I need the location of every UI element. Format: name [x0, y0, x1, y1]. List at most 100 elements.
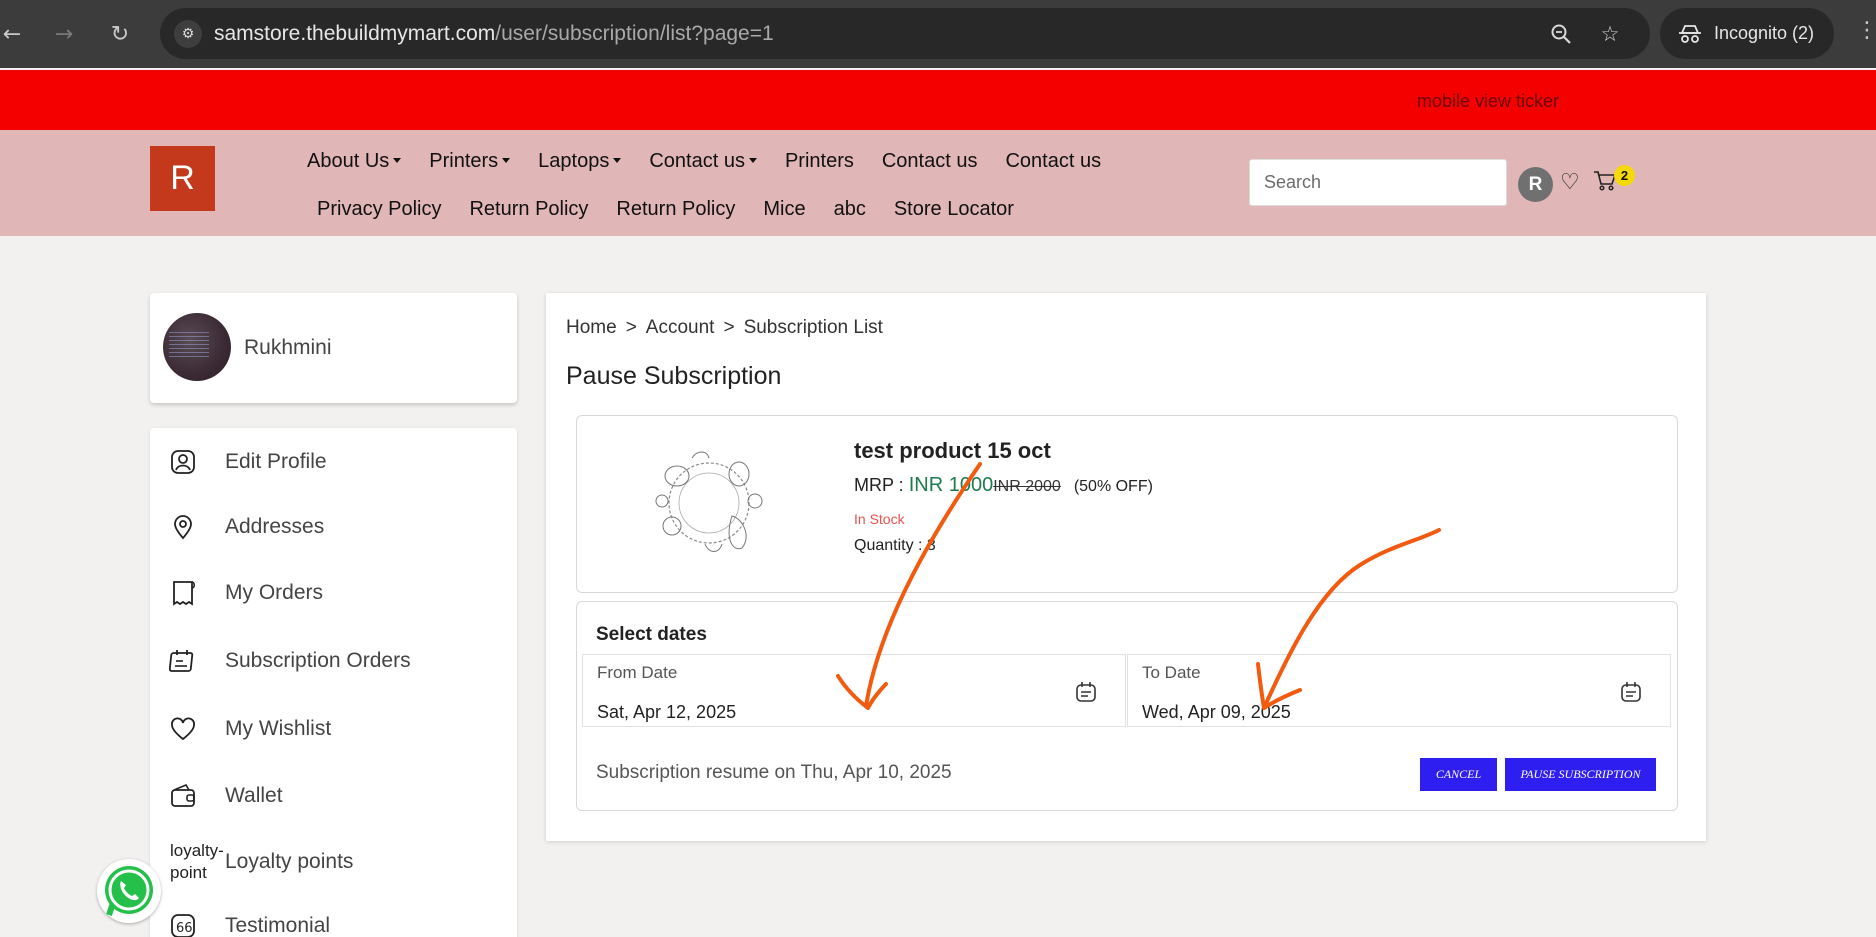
breadcrumb-separator: >	[723, 317, 735, 338]
product-price: MRP : INR 1000INR 2000 (50% OFF)	[854, 474, 1153, 497]
sidebar-item-addresses[interactable]: Addresses	[150, 501, 517, 553]
account-sidebar: Edit Profile Addresses My Orders Subscri…	[150, 428, 517, 937]
from-date-value: Sat, Apr 12, 2025	[597, 702, 737, 722]
sidebar-item-testimonial[interactable]: 66 Testimonial	[150, 900, 517, 937]
breadcrumb-account[interactable]: Account	[646, 317, 715, 339]
sidebar-item-my-wishlist[interactable]: My Wishlist	[150, 703, 517, 755]
chevron-down-icon	[393, 158, 402, 163]
breadcrumb: Home > Account > Subscription List	[566, 317, 883, 339]
nav-item-store-locator[interactable]: Store Locator	[894, 198, 1014, 221]
breadcrumb-home[interactable]: Home	[566, 317, 617, 339]
profile-name: Rukhmini	[244, 336, 332, 359]
sidebar-item-subscription-orders[interactable]: Subscription Orders	[150, 635, 517, 687]
from-date-picker[interactable]: From Date Sat, Apr 12, 2025	[582, 654, 1126, 727]
ticker-text: mobile view ticker	[1417, 91, 1560, 111]
chevron-down-icon	[502, 158, 511, 163]
profile-card: Rukhmini	[150, 293, 517, 403]
user-avatar[interactable]: R	[1518, 167, 1553, 202]
sidebar-item-my-orders[interactable]: My Orders	[150, 567, 517, 619]
sidebar-item-wallet[interactable]: Wallet	[150, 770, 517, 822]
main-nav-row-1: About Us Printers Laptops Contact us Pri…	[307, 150, 1129, 173]
original-price: INR 2000	[993, 478, 1061, 495]
url-host: samstore.thebuildmymart.com	[214, 22, 496, 45]
sidebar-item-label: My Wishlist	[225, 717, 332, 740]
address-bar[interactable]: ⚙ samstore.thebuildmymart.com/user/subsc…	[160, 8, 1650, 59]
sidebar-item-label: Addresses	[225, 515, 325, 538]
incognito-profile-button[interactable]: Incognito (2)	[1660, 8, 1834, 59]
reload-icon[interactable]: ↻	[104, 18, 136, 50]
sidebar-item-label: My Orders	[225, 581, 324, 604]
product-name[interactable]: test product 15 oct	[854, 438, 1051, 464]
resume-date-text: Subscription resume on Thu, Apr 10, 2025	[596, 762, 952, 783]
whatsapp-chat-button[interactable]	[97, 859, 161, 923]
forward-arrow-icon[interactable]: →	[48, 18, 80, 50]
sidebar-item-edit-profile[interactable]: Edit Profile	[150, 436, 517, 488]
nav-item-return-policy[interactable]: Return Policy	[469, 198, 588, 221]
sale-price: INR 1000	[908, 474, 994, 496]
nav-item-mice[interactable]: Mice	[763, 198, 805, 221]
to-date-label: To Date	[1142, 663, 1201, 682]
wallet-icon	[168, 781, 198, 811]
sidebar-item-label: Wallet	[225, 784, 283, 807]
sidebar-item-label: Edit Profile	[225, 450, 327, 473]
quote-icon: 66	[168, 911, 198, 937]
product-image	[655, 451, 763, 552]
nav-item-printers[interactable]: Printers	[429, 150, 511, 173]
discount-label: (50% OFF)	[1073, 478, 1153, 495]
browser-menu-icon[interactable]: ⋮	[1856, 18, 1876, 43]
select-dates-card: Select dates From Date Sat, Apr 12, 2025…	[576, 601, 1678, 811]
main-nav-row-2: Privacy Policy Return Policy Return Poli…	[317, 198, 1042, 221]
bookmark-star-icon[interactable]: ☆	[1596, 20, 1624, 48]
sidebar-item-label: Loyalty points	[225, 850, 354, 873]
ticker-bar: mobile view ticker	[0, 70, 1876, 130]
url-text[interactable]: samstore.thebuildmymart.com/user/subscri…	[214, 22, 774, 46]
user-icon	[168, 447, 198, 477]
product-card: test product 15 oct MRP : INR 1000INR 20…	[576, 415, 1678, 593]
nav-item-laptops[interactable]: Laptops	[538, 150, 622, 173]
from-date-label: From Date	[597, 663, 678, 682]
cancel-button[interactable]: CANCEL	[1420, 758, 1497, 791]
site-settings-icon[interactable]: ⚙	[174, 20, 202, 48]
product-quantity: Quantity : 3	[854, 537, 936, 554]
calendar-icon[interactable]	[1075, 681, 1097, 703]
receipt-icon	[168, 578, 198, 608]
to-date-picker[interactable]: To Date Wed, Apr 09, 2025	[1127, 654, 1671, 727]
browser-chrome: ← → ↻ ⚙ samstore.thebuildmymart.com/user…	[0, 0, 1876, 68]
nav-item-privacy-policy[interactable]: Privacy Policy	[317, 198, 441, 221]
calendar-icon[interactable]	[1620, 681, 1642, 703]
breadcrumb-separator: >	[625, 317, 637, 338]
pause-subscription-button[interactable]: PAUSE SUBSCRIPTION	[1505, 758, 1656, 791]
svg-text:66: 66	[176, 921, 193, 936]
back-arrow-icon[interactable]: ←	[0, 18, 28, 50]
nav-item-contact-us-3[interactable]: Contact us	[1005, 150, 1101, 173]
sidebar-item-loyalty-points[interactable]: loyalty-point Loyalty points	[150, 836, 517, 888]
stock-status: In Stock	[854, 511, 905, 527]
incognito-label: Incognito (2)	[1714, 23, 1815, 43]
chevron-down-icon	[748, 158, 757, 163]
incognito-icon	[1679, 24, 1701, 43]
nav-item-abc[interactable]: abc	[834, 198, 866, 221]
chevron-down-icon	[613, 158, 622, 163]
nav-item-printers-2[interactable]: Printers	[785, 150, 854, 173]
site-logo[interactable]: R	[150, 146, 215, 211]
whatsapp-icon	[105, 866, 153, 916]
pause-subscription-panel: Home > Account > Subscription List Pause…	[546, 293, 1706, 841]
mrp-label: MRP :	[854, 475, 904, 495]
breadcrumb-subscription-list[interactable]: Subscription List	[744, 317, 883, 339]
nav-item-about-us[interactable]: About Us	[307, 150, 402, 173]
nav-item-return-policy-2[interactable]: Return Policy	[616, 198, 735, 221]
cart-count-badge: 2	[1614, 165, 1635, 186]
to-date-value: Wed, Apr 09, 2025	[1142, 702, 1291, 722]
calendar-icon	[168, 646, 198, 676]
sidebar-item-label: Subscription Orders	[225, 649, 411, 672]
sidebar-item-label: Testimonial	[225, 914, 331, 937]
heart-icon	[168, 714, 198, 744]
profile-avatar	[163, 313, 231, 381]
wishlist-heart-icon[interactable]: ♡	[1560, 170, 1580, 195]
select-dates-title: Select dates	[596, 624, 707, 645]
page-title: Pause Subscription	[566, 362, 782, 390]
zoom-icon[interactable]	[1547, 20, 1575, 48]
search-input[interactable]	[1249, 159, 1507, 206]
nav-item-contact-us-2[interactable]: Contact us	[882, 150, 978, 173]
nav-item-contact-us[interactable]: Contact us	[649, 150, 757, 173]
